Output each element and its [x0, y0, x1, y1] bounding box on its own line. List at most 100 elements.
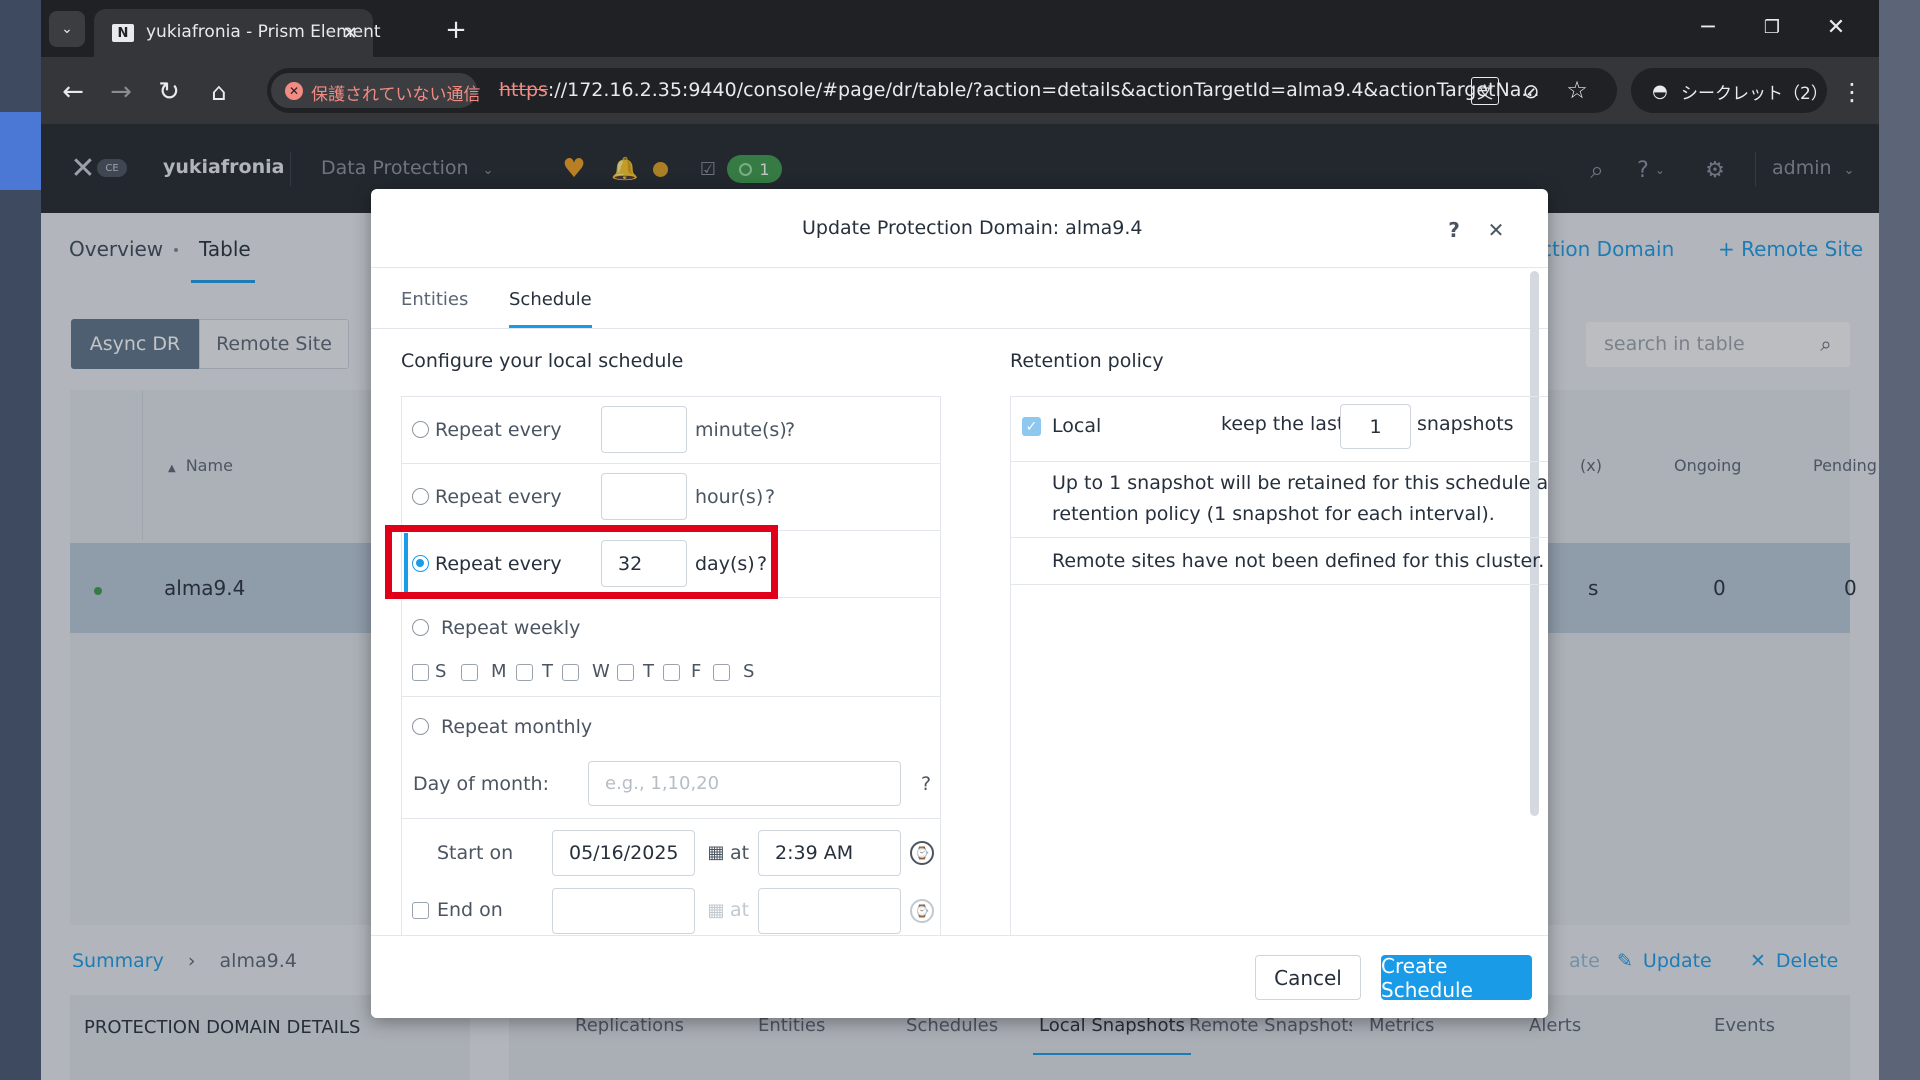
- day-of-month-placeholder: e.g., 1,10,20: [605, 773, 720, 794]
- hours-unit: hour(s): [695, 486, 764, 508]
- day-of-month-input[interactable]: e.g., 1,10,20: [588, 761, 901, 806]
- weekday-checkbox-sun[interactable]: [412, 664, 429, 681]
- weekday-checkbox-sat[interactable]: [713, 664, 730, 681]
- remote-sites-note: Remote sites have not been defined for t…: [1052, 550, 1545, 572]
- days-help-icon[interactable]: ?: [757, 553, 767, 575]
- tracking-off-icon[interactable]: ⊘: [1517, 77, 1545, 105]
- repeat-days-label: Repeat every: [435, 553, 562, 575]
- weekday-label-wed: W: [592, 661, 610, 682]
- restore-icon[interactable]: ❐: [1757, 12, 1787, 42]
- security-chip[interactable]: ✕ 保護されていない通信: [271, 73, 481, 108]
- keep-last-input[interactable]: 1: [1340, 404, 1411, 449]
- repeat-monthly-radio[interactable]: [412, 718, 429, 735]
- end-at-label: at: [730, 899, 750, 921]
- incognito-icon: ◓: [1652, 80, 1668, 102]
- local-label: Local: [1052, 415, 1102, 437]
- weekday-label-sun: S: [435, 661, 447, 682]
- browser-window: ⌄ N yukiafronia - Prism Element ✕ + ─ ❐ …: [41, 0, 1879, 1080]
- dialog-title: Update Protection Domain: alma9.4: [802, 217, 1143, 239]
- title-divider: [371, 267, 1548, 268]
- end-clock-icon[interactable]: ⌚: [910, 899, 934, 923]
- bookmark-star-icon[interactable]: ☆: [1563, 76, 1591, 104]
- reload-icon[interactable]: ↻: [151, 74, 187, 110]
- day-of-month-help-icon[interactable]: ?: [921, 773, 931, 795]
- start-at-label: at: [730, 842, 750, 864]
- create-schedule-button[interactable]: Create Schedule: [1381, 954, 1532, 1002]
- snapshots-label: snapshots: [1417, 413, 1514, 435]
- url-scheme: https: [499, 79, 548, 101]
- end-date-input[interactable]: [552, 888, 695, 934]
- repeat-minutes-radio[interactable]: [412, 421, 429, 438]
- translate-icon[interactable]: 文: [1471, 77, 1499, 105]
- start-clock-icon[interactable]: ⌚: [910, 841, 934, 865]
- retention-divider: [1010, 461, 1548, 462]
- repeat-hours-label: Repeat every: [435, 486, 562, 508]
- weekday-label-tue: T: [542, 661, 553, 682]
- incognito-indicator[interactable]: ◓ シークレット（2）: [1631, 68, 1828, 113]
- tab-search-button[interactable]: ⌄: [49, 11, 85, 47]
- update-protection-domain-dialog: Update Protection Domain: alma9.4 ? ✕ En…: [371, 189, 1548, 1018]
- tab-close-icon[interactable]: ✕: [338, 21, 362, 45]
- retention-divider: [1010, 537, 1548, 538]
- incognito-label: シークレット（2）: [1681, 84, 1828, 104]
- tab-entities[interactable]: Entities: [401, 289, 468, 310]
- start-calendar-icon[interactable]: ▦: [705, 840, 727, 864]
- not-secure-icon: ✕: [285, 82, 303, 100]
- weekday-label-mon: M: [491, 661, 507, 682]
- weekday-checkbox-tue[interactable]: [516, 664, 533, 681]
- start-time-input[interactable]: 2:39 AM: [758, 830, 901, 876]
- start-on-label: Start on: [437, 842, 514, 864]
- desktop-accent: [0, 112, 41, 190]
- forward-icon[interactable]: →: [103, 74, 139, 110]
- weekday-checkboxes: S M T W T F S: [412, 661, 755, 685]
- active-tab[interactable]: N yukiafronia - Prism Element ✕: [94, 9, 381, 57]
- window-close-icon[interactable]: ✕: [1821, 12, 1851, 42]
- retention-note-line1: Up to 1 snapshot will be retained for th…: [1052, 472, 1548, 494]
- retention-heading: Retention policy: [1010, 350, 1164, 372]
- dialog-help-icon[interactable]: ?: [1441, 217, 1467, 243]
- repeat-weekly-radio[interactable]: [412, 619, 429, 636]
- dialog-close-icon[interactable]: ✕: [1483, 217, 1509, 243]
- address-bar[interactable]: ✕ 保護されていない通信 https://172.16.2.35:9440/co…: [267, 68, 1617, 113]
- weekday-checkbox-thu[interactable]: [617, 664, 634, 681]
- weekday-label-sat: S: [743, 661, 755, 682]
- end-calendar-icon[interactable]: ▦: [705, 898, 727, 922]
- end-on-label: End on: [437, 899, 503, 921]
- days-unit: day(s): [695, 553, 755, 575]
- weekday-checkbox-mon[interactable]: [461, 664, 478, 681]
- row-divider: [401, 696, 941, 697]
- row-divider: [401, 463, 941, 464]
- weekday-checkbox-wed[interactable]: [562, 664, 579, 681]
- repeat-days-radio[interactable]: [412, 555, 429, 572]
- repeat-minutes-label: Repeat every: [435, 419, 562, 441]
- repeat-hours-radio[interactable]: [412, 488, 429, 505]
- repeat-monthly-label: Repeat monthly: [441, 716, 593, 738]
- cancel-button[interactable]: Cancel: [1255, 955, 1361, 1000]
- radio-dot: [416, 559, 424, 567]
- hours-help-icon[interactable]: ?: [765, 486, 775, 508]
- tab-schedule[interactable]: Schedule: [509, 289, 592, 310]
- start-date-input[interactable]: 05/16/2025: [552, 830, 695, 876]
- security-label: 保護されていない通信: [311, 85, 481, 105]
- row-divider: [401, 818, 941, 819]
- minutes-unit: minute(s): [695, 419, 787, 441]
- weekday-label-thu: T: [643, 661, 654, 682]
- home-icon[interactable]: ⌂: [201, 74, 237, 110]
- url-text[interactable]: https://172.16.2.35:9440/console/#page/d…: [499, 79, 1539, 101]
- tabs-divider: [371, 328, 1548, 329]
- minutes-help-icon[interactable]: ?: [785, 419, 795, 441]
- browser-menu-icon[interactable]: ⋮: [1837, 74, 1867, 110]
- back-icon[interactable]: ←: [55, 74, 91, 110]
- end-time-input[interactable]: [758, 888, 901, 934]
- repeat-minutes-input[interactable]: [601, 406, 687, 453]
- new-tab-icon[interactable]: +: [439, 13, 473, 47]
- local-checkbox[interactable]: ✓: [1022, 417, 1041, 436]
- retention-divider: [1010, 584, 1548, 585]
- repeat-hours-input[interactable]: [601, 473, 687, 520]
- repeat-days-input[interactable]: 32: [601, 540, 687, 587]
- end-on-checkbox[interactable]: [412, 902, 429, 919]
- day-of-month-label: Day of month:: [413, 773, 549, 795]
- minimize-icon[interactable]: ─: [1693, 12, 1723, 42]
- weekday-checkbox-fri[interactable]: [663, 664, 680, 681]
- url-rest: ://172.16.2.35:9440/console/#page/dr/tab…: [547, 79, 1540, 101]
